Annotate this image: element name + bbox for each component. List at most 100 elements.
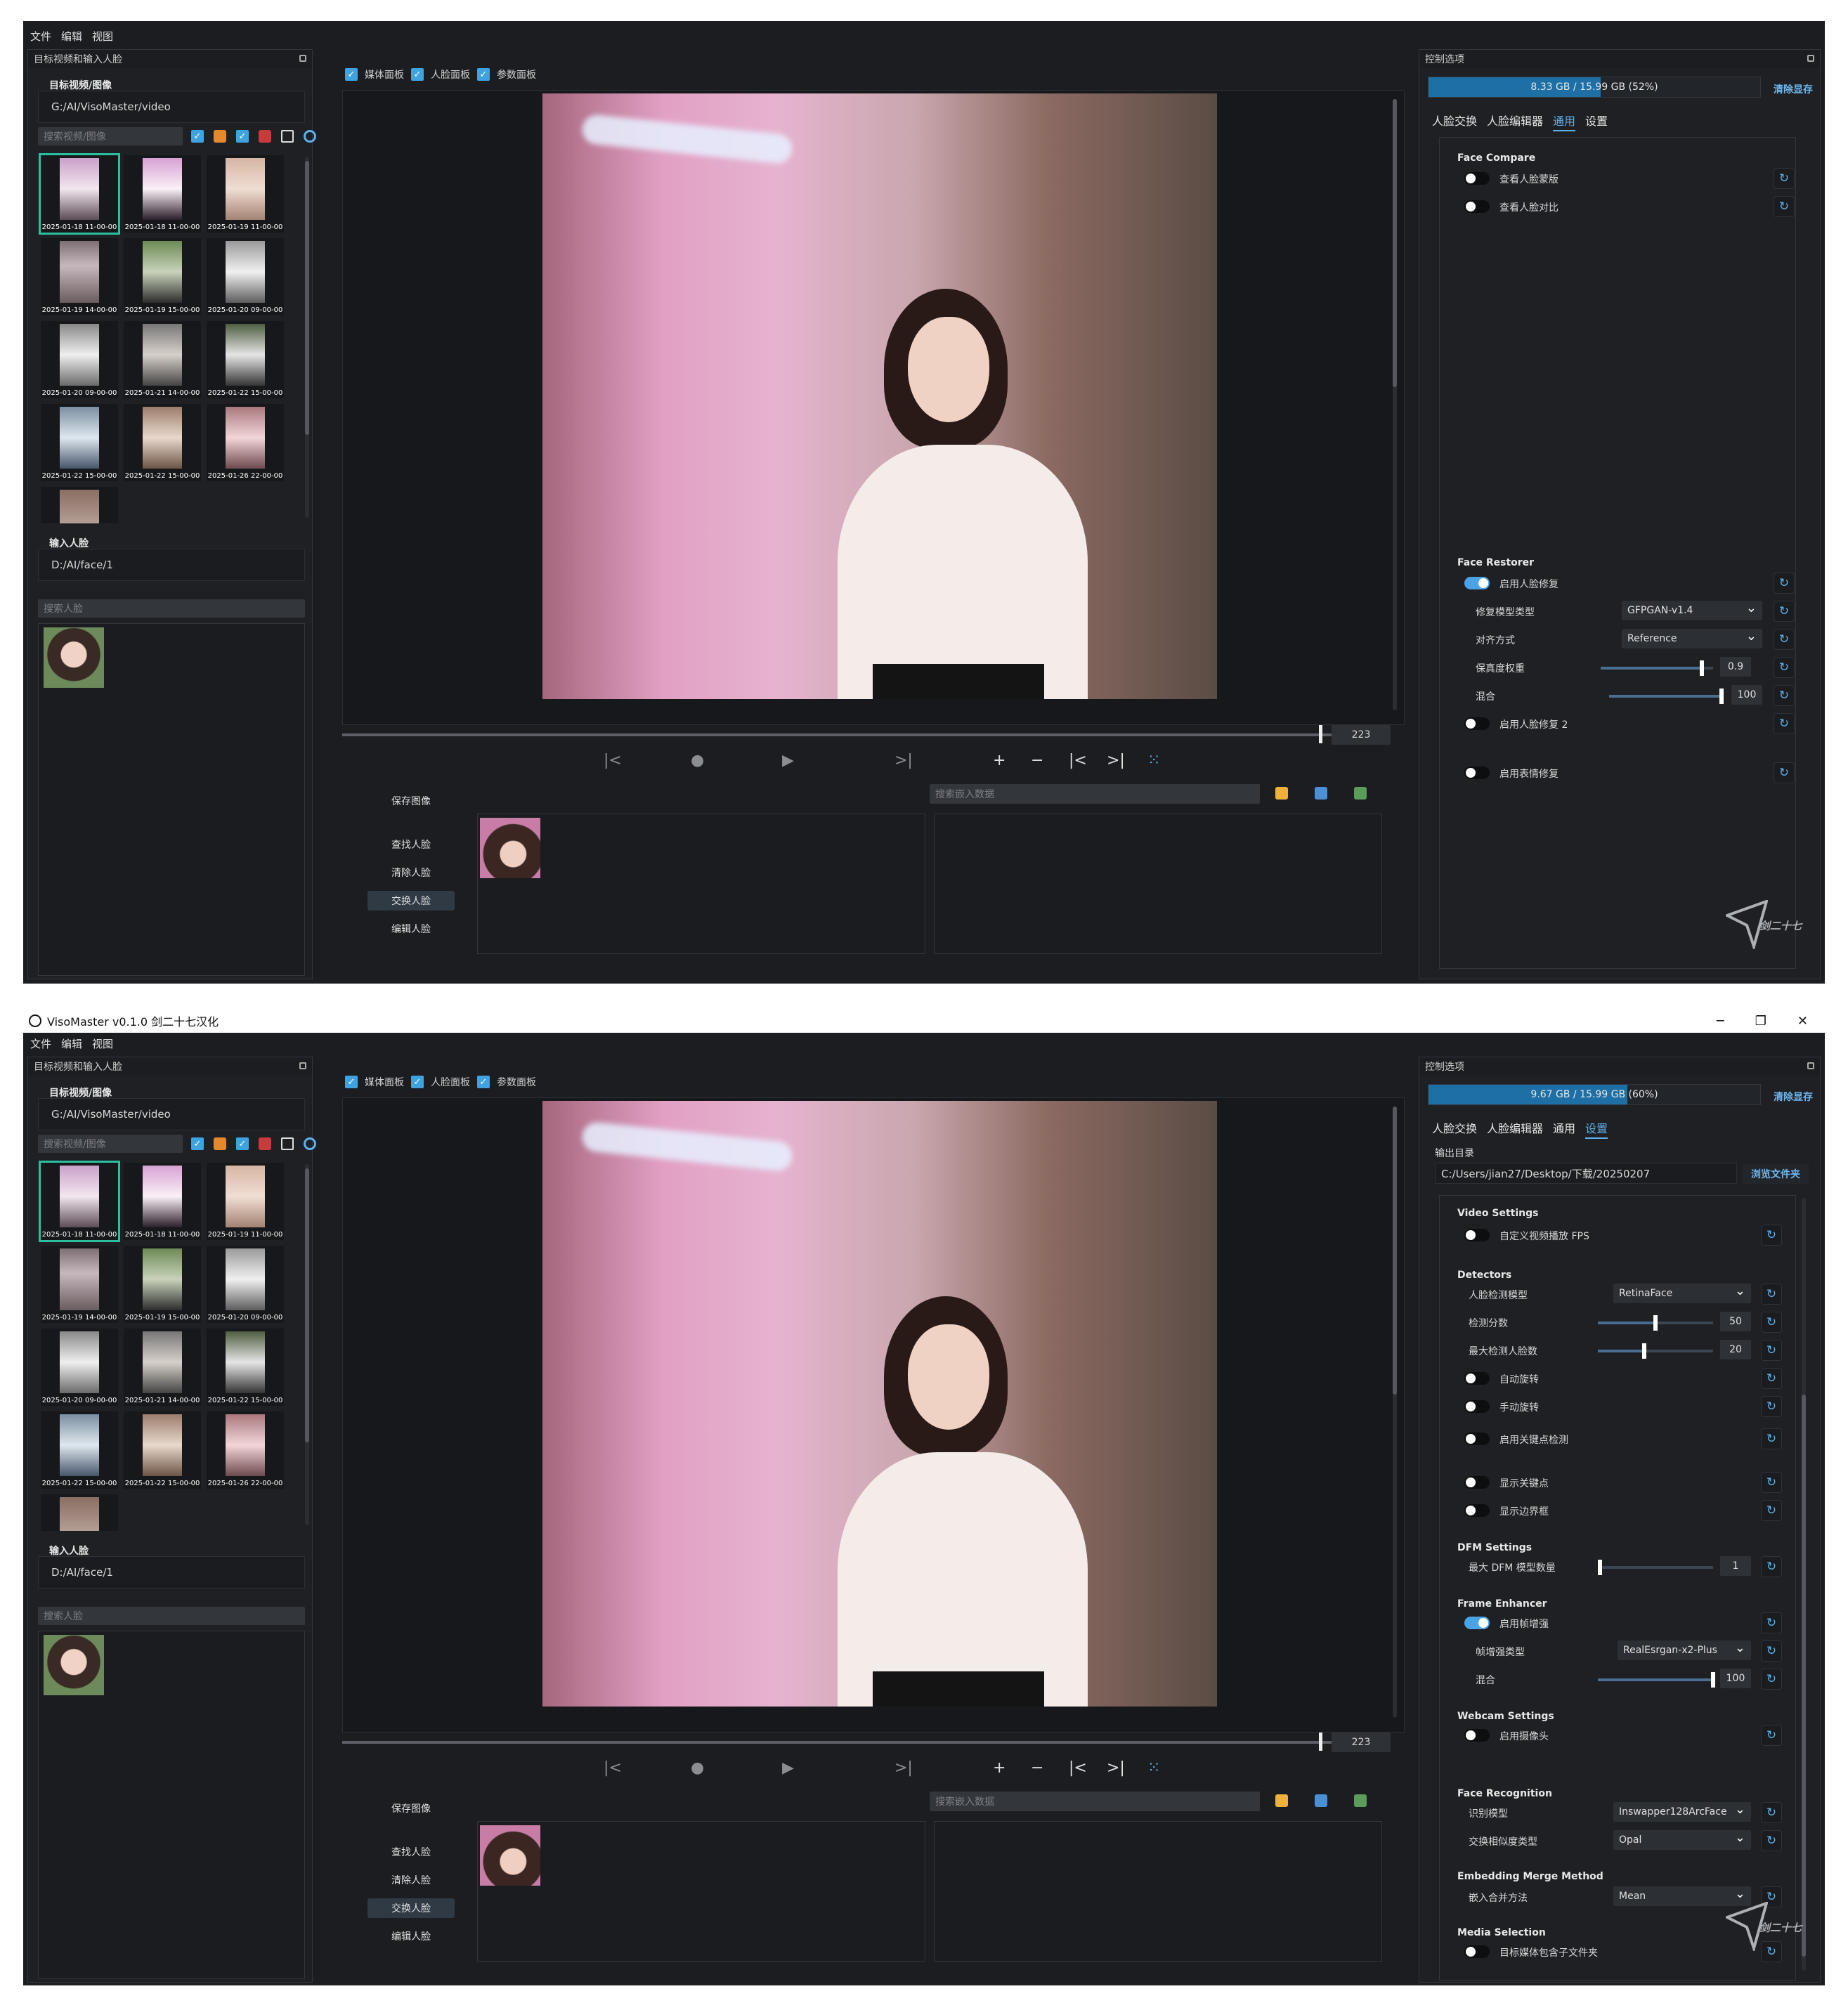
tab-face-swap[interactable]: 人脸交换: [1432, 112, 1477, 131]
restore-button[interactable]: ❐: [1755, 1014, 1766, 1029]
record-button[interactable]: ●: [691, 1759, 704, 1777]
first-marker-button[interactable]: |<: [1069, 752, 1087, 769]
save-icon[interactable]: [1315, 1794, 1327, 1807]
clear-vram-button[interactable]: 清除显存: [1774, 1090, 1813, 1104]
remove-marker-button[interactable]: −: [1031, 1759, 1043, 1777]
view-compare-toggle[interactable]: [1464, 200, 1490, 213]
target-thumb[interactable]: 2025-01-21 14-00-00: [124, 321, 201, 398]
close-button[interactable]: ✕: [1797, 1014, 1808, 1029]
reset-icon[interactable]: ↻: [1774, 657, 1795, 678]
search-video-input[interactable]: 搜索视频/图像: [38, 127, 183, 145]
thumb-scrollbar[interactable]: [305, 157, 309, 518]
auto-rotate-toggle[interactable]: [1464, 1372, 1490, 1385]
filter-image-checkbox[interactable]: ✓: [236, 1137, 249, 1150]
save-icon[interactable]: [1315, 787, 1327, 800]
frame-number-field[interactable]: 223: [1332, 1733, 1391, 1752]
filter-video-checkbox[interactable]: ✓: [191, 130, 204, 143]
clear-faces-button[interactable]: 清除人脸: [367, 863, 455, 882]
save-image-button[interactable]: 保存图像: [367, 1799, 455, 1818]
viewer-scrollbar[interactable]: [1393, 1107, 1397, 1718]
swap-faces-button[interactable]: 交换人脸: [367, 891, 455, 911]
edit-faces-button[interactable]: 编辑人脸: [367, 1926, 455, 1946]
clear-vram-button[interactable]: 清除显存: [1774, 82, 1813, 96]
fidelity-slider[interactable]: [1601, 660, 1713, 676]
next-frame-button[interactable]: >|: [894, 752, 913, 769]
recog-model-select[interactable]: Inswapper128ArcFace: [1613, 1802, 1751, 1822]
max-dfm-slider[interactable]: [1598, 1560, 1713, 1575]
target-face-thumb[interactable]: [480, 1825, 540, 1886]
show-keypoints-toggle[interactable]: [1464, 1476, 1490, 1489]
reset-icon[interactable]: ↻: [1761, 1830, 1782, 1851]
video-viewer[interactable]: [342, 1097, 1405, 1733]
tab-common[interactable]: 通用: [1553, 1119, 1575, 1139]
dock-float-icon[interactable]: [1807, 1062, 1814, 1069]
target-thumb[interactable]: [41, 1494, 118, 1531]
enable-enhancer-toggle[interactable]: [1464, 1617, 1490, 1629]
target-thumb[interactable]: 2025-01-19 11-00-00: [207, 1163, 284, 1240]
reset-icon[interactable]: ↻: [1761, 1725, 1782, 1746]
reset-icon[interactable]: ↻: [1761, 1556, 1782, 1577]
output-dir-field[interactable]: C:/Users/jian27/Desktop/下载/20250207: [1435, 1163, 1737, 1184]
settings-scrollbar[interactable]: [1802, 1198, 1806, 1971]
folder-icon[interactable]: [1275, 1794, 1288, 1807]
load-icon[interactable]: [1354, 1794, 1367, 1807]
view-mask-toggle[interactable]: [1464, 172, 1490, 185]
play-button[interactable]: ▶: [782, 1759, 794, 1777]
target-thumb[interactable]: 2025-01-19 11-00-00: [207, 155, 284, 233]
target-thumb[interactable]: 2025-01-18 11-00-00: [124, 1163, 201, 1240]
fidelity-value[interactable]: 0.9: [1720, 657, 1751, 677]
tab-face-editor[interactable]: 人脸编辑器: [1487, 112, 1543, 131]
browse-folder-button[interactable]: 浏览文件夹: [1743, 1164, 1809, 1184]
find-faces-button[interactable]: 查找人脸: [367, 835, 455, 854]
include-subfolders-toggle[interactable]: [1464, 1945, 1490, 1958]
search-video-input[interactable]: 搜索视频/图像: [38, 1135, 183, 1153]
last-marker-button[interactable]: >|: [1107, 1759, 1125, 1777]
reset-icon[interactable]: ↻: [1761, 1500, 1782, 1521]
filter-video-checkbox[interactable]: ✓: [191, 1137, 204, 1150]
tab-face-editor[interactable]: 人脸编辑器: [1487, 1119, 1543, 1139]
target-thumb[interactable]: 2025-01-22 15-00-00: [41, 1411, 118, 1489]
add-marker-button[interactable]: +: [993, 752, 1006, 769]
enable-restore2-toggle[interactable]: [1464, 717, 1490, 730]
detect-score-value[interactable]: 50: [1720, 1312, 1751, 1331]
enhancer-type-select[interactable]: RealEsrgan-x2-Plus: [1618, 1640, 1751, 1660]
menu-edit[interactable]: 编辑: [61, 1036, 82, 1051]
target-thumb[interactable]: 2025-01-18 11-00-00: [39, 153, 120, 235]
input-face-path-field[interactable]: D:/AI/face/1: [38, 549, 305, 581]
face-panel-checkbox[interactable]: ✓: [411, 68, 424, 81]
last-marker-button[interactable]: >|: [1107, 752, 1125, 769]
filter-webcam-checkbox[interactable]: [281, 130, 294, 143]
reset-icon[interactable]: ↻: [1761, 1284, 1782, 1305]
reset-icon[interactable]: ↻: [1761, 1640, 1782, 1662]
reset-icon[interactable]: ↻: [1774, 601, 1795, 622]
menu-file[interactable]: 文件: [30, 29, 51, 44]
timeline-slider[interactable]: [342, 725, 1343, 743]
target-thumb[interactable]: 2025-01-26 22-00-00: [207, 404, 284, 481]
target-thumb[interactable]: 2025-01-20 09-00-00: [207, 238, 284, 315]
input-face-thumb[interactable]: [44, 1635, 104, 1695]
menu-file[interactable]: 文件: [30, 1036, 51, 1051]
input-face-thumb[interactable]: [44, 627, 104, 688]
enh-blend-slider[interactable]: [1598, 1672, 1715, 1688]
target-thumb[interactable]: 2025-01-22 15-00-00: [124, 1411, 201, 1489]
view-grid-icon[interactable]: ⁙: [1147, 1759, 1160, 1777]
menu-view[interactable]: 视图: [92, 1036, 113, 1051]
frame-number-field[interactable]: 223: [1332, 725, 1391, 745]
restore-model-select[interactable]: GFPGAN-v1.4: [1622, 601, 1762, 620]
tab-common[interactable]: 通用: [1553, 112, 1576, 131]
menu-view[interactable]: 视图: [92, 29, 113, 44]
search-face-input[interactable]: 搜索人脸: [38, 1607, 305, 1625]
keypoint-detect-toggle[interactable]: [1464, 1433, 1490, 1445]
video-viewer[interactable]: [342, 90, 1405, 725]
dock-float-icon[interactable]: [1807, 55, 1814, 62]
reset-icon[interactable]: ↻: [1774, 685, 1795, 706]
param-panel-checkbox[interactable]: ✓: [477, 68, 490, 81]
target-thumb[interactable]: 2025-01-19 14-00-00: [41, 1246, 118, 1323]
reset-icon[interactable]: ↻: [1774, 168, 1795, 189]
show-bbox-toggle[interactable]: [1464, 1504, 1490, 1517]
enable-restore-toggle[interactable]: [1464, 577, 1490, 589]
blend-value[interactable]: 100: [1731, 685, 1762, 705]
reset-icon[interactable]: ↻: [1774, 629, 1795, 650]
reset-icon[interactable]: ↻: [1761, 1428, 1782, 1449]
enable-expression-toggle[interactable]: [1464, 766, 1490, 779]
